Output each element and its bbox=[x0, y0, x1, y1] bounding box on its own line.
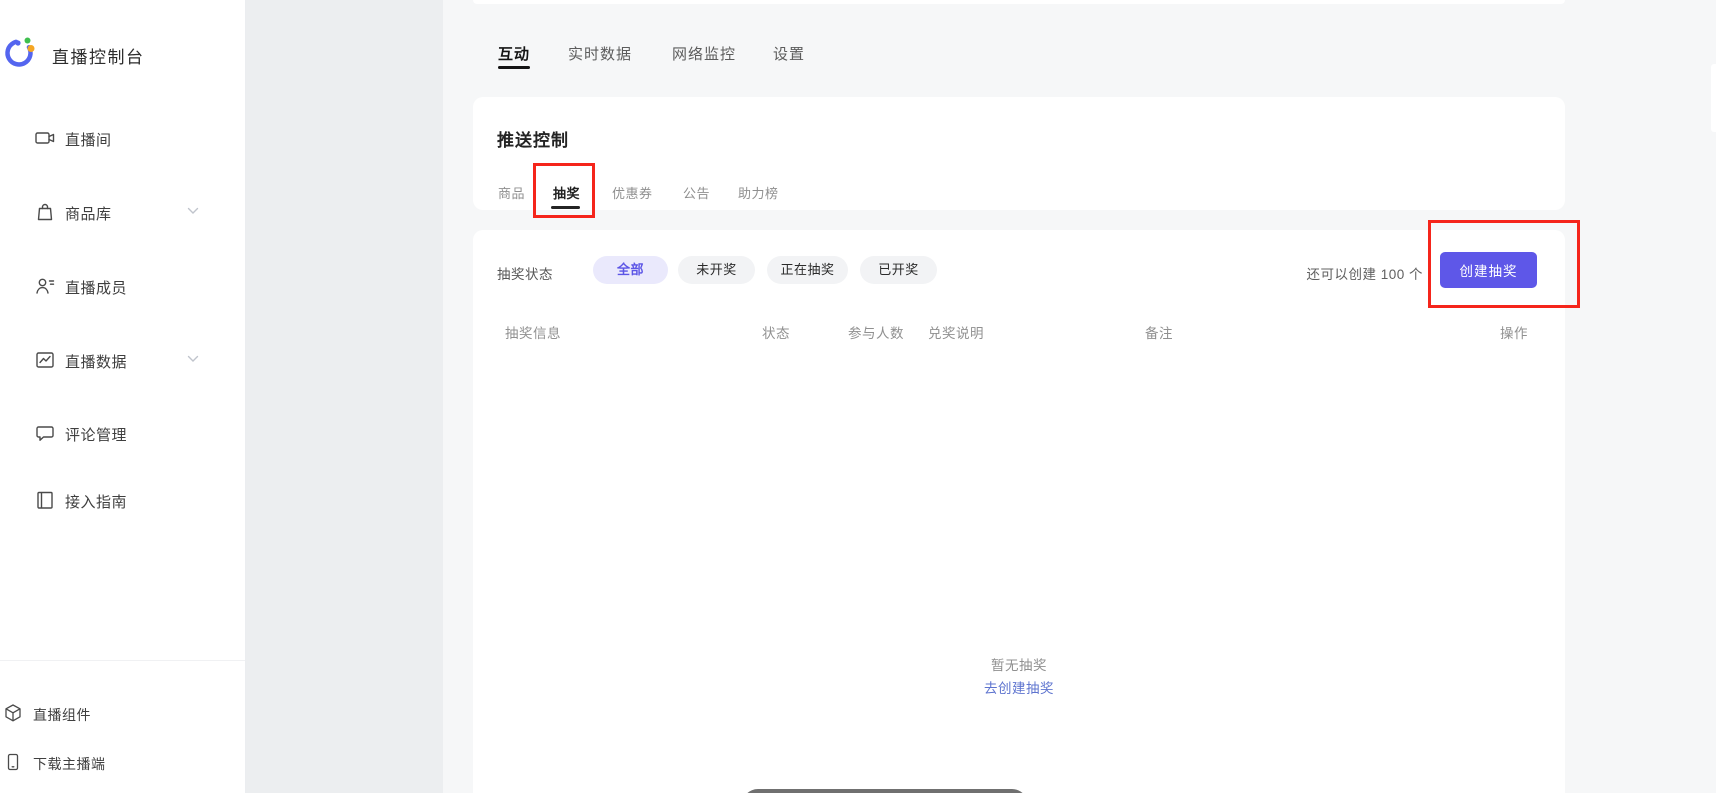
subtab-lottery[interactable]: 抽奖 bbox=[553, 183, 580, 202]
create-lottery-button[interactable]: 创建抽奖 bbox=[1440, 252, 1537, 288]
sidebar-item-live-members[interactable]: 直播成员 bbox=[0, 264, 245, 308]
subtab-boost-ranking[interactable]: 助力榜 bbox=[738, 183, 779, 202]
scrolled-card-bottom-edge bbox=[473, 0, 1565, 4]
lottery-list-card: 抽奖状态 全部 未开奖 正在抽奖 已开奖 还可以创建 100 个 创建抽奖 抽奖… bbox=[473, 230, 1565, 793]
bag-icon bbox=[34, 201, 56, 223]
subtab-announcement[interactable]: 公告 bbox=[683, 183, 710, 202]
scrollbar-thumb[interactable] bbox=[1711, 64, 1716, 132]
sidebar-item-product-library[interactable]: 商品库 bbox=[0, 190, 245, 234]
column-header-remarks: 备注 bbox=[1145, 322, 1173, 342]
sidebar-divider bbox=[0, 660, 245, 661]
sidebar-item-comment-management[interactable]: 评论管理 bbox=[0, 411, 245, 455]
push-control-card: 推送控制 商品 抽奖 优惠券 公告 助力榜 bbox=[473, 97, 1565, 210]
empty-state-text: 暂无抽奖 bbox=[473, 654, 1565, 674]
active-tab-underline bbox=[498, 66, 530, 69]
column-header-actions: 操作 bbox=[1500, 322, 1528, 342]
subtab-coupons[interactable]: 优惠券 bbox=[612, 183, 653, 202]
chart-icon bbox=[34, 349, 56, 371]
tab-network-monitor[interactable]: 网络监控 bbox=[672, 43, 736, 64]
tab-settings[interactable]: 设置 bbox=[773, 43, 805, 64]
chevron-down-icon[interactable] bbox=[186, 206, 200, 216]
app-title: 直播控制台 bbox=[52, 43, 145, 68]
live-console-page: 直播控制台 直播间 商品库 bbox=[0, 0, 1716, 793]
status-pill-drawing[interactable]: 正在抽奖 bbox=[767, 256, 848, 284]
sidebar-item-live-components[interactable]: 直播组件 bbox=[0, 695, 245, 731]
remaining-quota-text: 还可以创建 100 个 bbox=[1306, 263, 1423, 283]
chevron-down-icon[interactable] bbox=[186, 354, 200, 364]
empty-state-create-link[interactable]: 去创建抽奖 bbox=[473, 677, 1565, 697]
sidebar-item-label: 评论管理 bbox=[65, 424, 127, 445]
lottery-status-filter-label: 抽奖状态 bbox=[497, 263, 553, 283]
member-icon bbox=[34, 275, 56, 297]
sidebar-item-integration-guide[interactable]: 接入指南 bbox=[0, 478, 245, 522]
column-header-lottery-info: 抽奖信息 bbox=[505, 322, 561, 342]
phone-icon bbox=[3, 752, 23, 772]
sidebar-item-label: 接入指南 bbox=[65, 491, 127, 512]
panel-title: 推送控制 bbox=[497, 126, 569, 151]
partial-popup-top-edge bbox=[742, 789, 1028, 793]
comment-icon bbox=[34, 422, 56, 444]
sidebar-item-label: 直播间 bbox=[65, 129, 112, 150]
sidebar-item-label: 直播成员 bbox=[65, 277, 127, 298]
status-pill-not-drawn[interactable]: 未开奖 bbox=[678, 256, 755, 284]
sidebar-item-live-data[interactable]: 直播数据 bbox=[0, 338, 245, 382]
column-header-status: 状态 bbox=[762, 322, 790, 342]
tab-interaction[interactable]: 互动 bbox=[498, 43, 530, 64]
tab-realtime-data[interactable]: 实时数据 bbox=[568, 43, 632, 64]
app-logo-icon bbox=[3, 35, 37, 69]
sidebar-item-live-room[interactable]: 直播间 bbox=[0, 116, 245, 160]
sidebar-item-label: 商品库 bbox=[65, 203, 112, 224]
sidebar: 直播控制台 直播间 商品库 bbox=[0, 0, 246, 793]
sidebar-item-label: 下载主播端 bbox=[33, 754, 106, 774]
active-subtab-underline bbox=[551, 206, 580, 209]
subtab-products[interactable]: 商品 bbox=[498, 183, 525, 202]
guide-icon bbox=[34, 489, 56, 511]
sidebar-item-label: 直播数据 bbox=[65, 351, 127, 372]
column-header-participants: 参与人数 bbox=[848, 322, 904, 342]
status-pill-all[interactable]: 全部 bbox=[593, 256, 668, 284]
column-header-redeem-instructions: 兑奖说明 bbox=[928, 322, 984, 342]
sidebar-item-label: 直播组件 bbox=[33, 705, 91, 725]
brand: 直播控制台 bbox=[2, 35, 242, 71]
sidebar-item-download-anchor-app[interactable]: 下载主播端 bbox=[0, 744, 245, 780]
cube-icon bbox=[3, 703, 23, 723]
status-pill-drawn[interactable]: 已开奖 bbox=[860, 256, 937, 284]
camera-icon bbox=[34, 127, 56, 149]
